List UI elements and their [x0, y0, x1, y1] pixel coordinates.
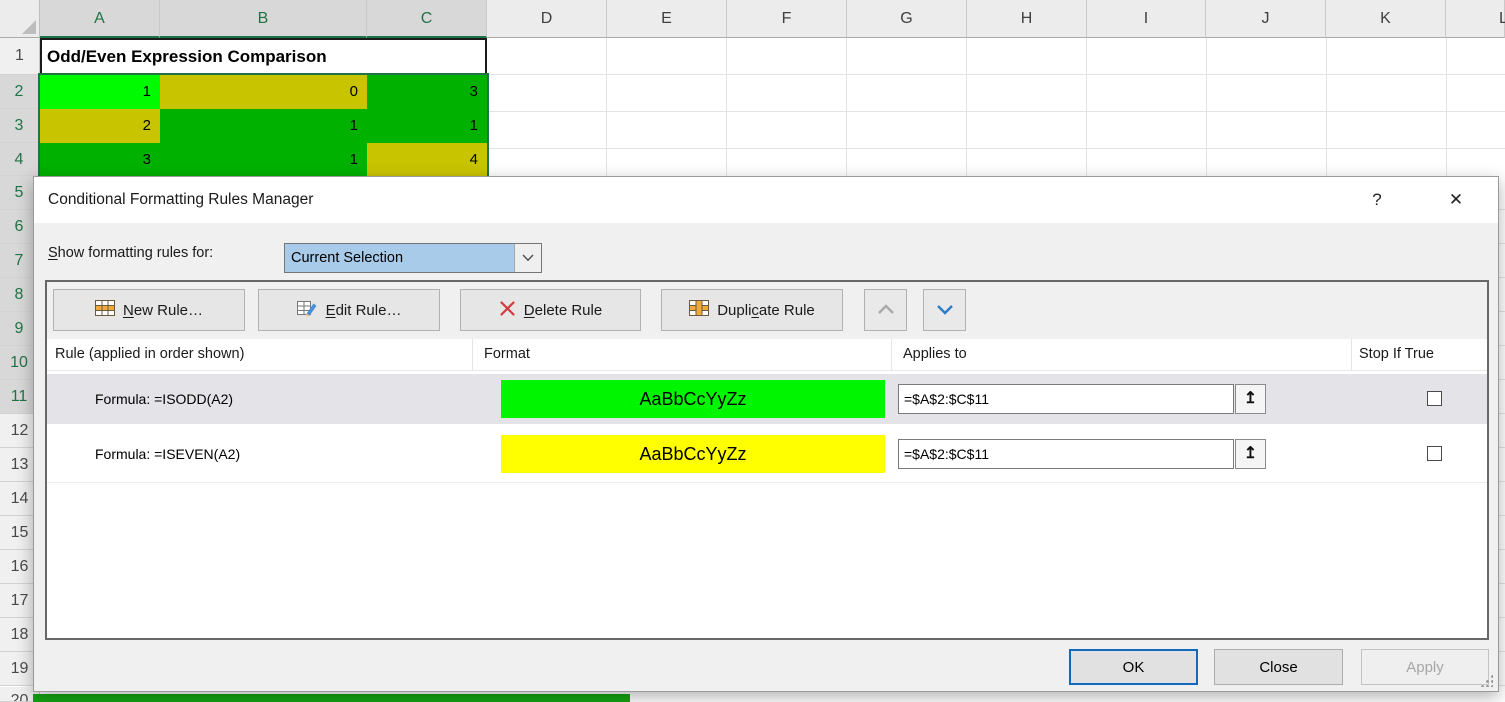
header-divider: [891, 339, 892, 370]
range-picker-button[interactable]: ↥: [1235, 384, 1266, 414]
delete-rule-button[interactable]: Delete Rule: [460, 289, 641, 331]
row-header-1[interactable]: 1: [0, 38, 40, 75]
select-all-triangle-icon: [22, 20, 36, 34]
rule-formula-text: Formula: =ISEVEN(A2): [95, 429, 240, 479]
edit-rule-pencil-icon: [297, 299, 318, 321]
chevron-up-icon: [877, 303, 895, 318]
range-picker-button[interactable]: ↥: [1235, 439, 1266, 469]
rule-formula-text: Formula: =ISODD(A2): [95, 374, 233, 424]
row-divider: [47, 482, 1487, 483]
selection-range-border: [38, 73, 489, 176]
dialog-title: Conditional Formatting Rules Manager: [48, 177, 313, 223]
format-preview-swatch: AaBbCcYyZz: [501, 380, 885, 418]
applies-to-field-group: ↥: [898, 439, 1266, 469]
dialog-title-bar: Conditional Formatting Rules Manager ? ✕: [34, 177, 1498, 223]
row-header-3[interactable]: 3: [0, 109, 40, 143]
column-header-format: Format: [484, 339, 530, 370]
collapse-dialog-arrow-icon: ↥: [1244, 390, 1257, 407]
format-preview-swatch: AaBbCcYyZz: [501, 435, 885, 473]
close-icon[interactable]: ✕: [1441, 185, 1471, 215]
dropdown-arrow-button[interactable]: [514, 244, 541, 272]
show-formatting-rules-label: Show formatting rules for:: [48, 245, 213, 261]
show-rules-for-dropdown[interactable]: Current Selection: [284, 243, 542, 273]
column-header-c[interactable]: C: [367, 0, 487, 38]
apply-button[interactable]: Apply: [1361, 649, 1489, 685]
edit-rule-label: Edit Rule…: [326, 302, 402, 319]
excel-screen: A B C D E F G H I J K L 1 2 3 4 5 6 7 8 …: [0, 0, 1505, 702]
conditional-formatting-rules-manager-dialog: Conditional Formatting Rules Manager ? ✕…: [33, 176, 1499, 692]
rule-row-isodd[interactable]: Formula: =ISODD(A2) AaBbCcYyZz ↥: [47, 374, 1487, 424]
column-header-e[interactable]: E: [607, 0, 727, 38]
applies-to-field-group: ↥: [898, 384, 1266, 414]
column-header-applies-to: Applies to: [903, 339, 967, 370]
ok-button[interactable]: OK: [1069, 649, 1198, 685]
delete-x-icon: [499, 300, 516, 321]
new-rule-table-icon: [95, 300, 115, 320]
move-rule-up-button[interactable]: [864, 289, 907, 331]
new-rule-button[interactable]: New Rule…: [53, 289, 245, 331]
column-header-j[interactable]: J: [1206, 0, 1326, 38]
duplicate-rule-button[interactable]: Duplicate Rule: [661, 289, 843, 331]
column-header-k[interactable]: K: [1326, 0, 1446, 38]
column-header-d[interactable]: D: [487, 0, 607, 38]
rules-panel: New Rule… Edit Rule… Delete Rule Duplica…: [45, 280, 1489, 640]
duplicate-rule-table-icon: [689, 300, 709, 320]
column-header-rule: Rule (applied in order shown): [55, 339, 244, 370]
column-header-stop-if-true: Stop If True: [1359, 339, 1434, 370]
close-button[interactable]: Close: [1214, 649, 1343, 685]
grid-right-sliver: [1499, 176, 1505, 702]
collapse-dialog-arrow-icon: ↥: [1244, 445, 1257, 462]
delete-rule-label: Delete Rule: [524, 302, 602, 319]
new-rule-label: New Rule…: [123, 302, 203, 319]
partial-row-20-cells: [33, 694, 630, 702]
rule-row-iseven[interactable]: Formula: =ISEVEN(A2) AaBbCcYyZz ↥: [47, 429, 1487, 479]
chevron-down-icon: [936, 303, 954, 318]
column-header-h[interactable]: H: [967, 0, 1087, 38]
stop-if-true-checkbox[interactable]: [1427, 446, 1442, 461]
column-header-b[interactable]: B: [160, 0, 367, 38]
help-icon[interactable]: ?: [1362, 185, 1392, 215]
applies-to-input[interactable]: [898, 384, 1234, 414]
header-divider: [1351, 339, 1352, 370]
rules-list: Rule (applied in order shown) Format App…: [47, 339, 1487, 638]
show-label-underline: S: [48, 245, 58, 261]
select-all-corner[interactable]: [0, 0, 40, 38]
applies-to-input[interactable]: [898, 439, 1234, 469]
column-header-i[interactable]: I: [1087, 0, 1206, 38]
edit-rule-button[interactable]: Edit Rule…: [258, 289, 440, 331]
move-rule-down-button[interactable]: [923, 289, 966, 331]
cell-a1-title[interactable]: Odd/Even Expression Comparison: [40, 38, 487, 75]
column-header-f[interactable]: F: [727, 0, 847, 38]
column-header-g[interactable]: G: [847, 0, 967, 38]
header-bottom-divider: [47, 370, 1487, 371]
column-header-a[interactable]: A: [40, 0, 160, 38]
column-header-l[interactable]: L: [1446, 0, 1505, 38]
chevron-down-icon: [522, 249, 534, 267]
empty-grid-area: [487, 38, 1505, 176]
row-header-4[interactable]: 4: [0, 143, 40, 176]
duplicate-rule-label: Duplicate Rule: [717, 302, 815, 319]
stop-if-true-checkbox[interactable]: [1427, 391, 1442, 406]
dropdown-selected-value: Current Selection: [285, 244, 514, 272]
row-header-2[interactable]: 2: [0, 75, 40, 109]
header-divider: [472, 339, 473, 370]
show-label-rest: how formatting rules for:: [58, 245, 214, 261]
